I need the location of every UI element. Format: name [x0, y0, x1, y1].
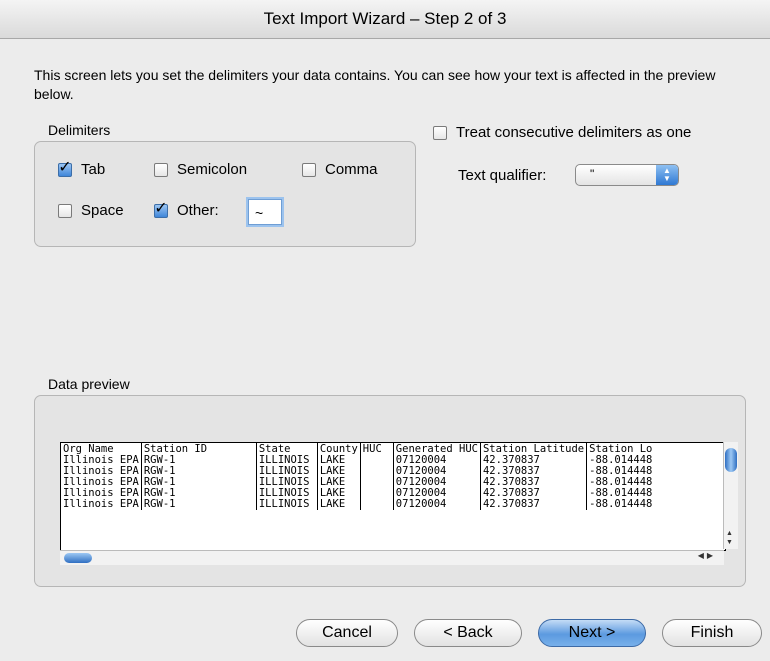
- space-checkbox[interactable]: Space: [58, 202, 124, 219]
- table-cell: 07120004: [392, 499, 481, 510]
- table-cell: -88.014448: [586, 499, 655, 510]
- table-cell: Illinois EPA: [63, 498, 139, 510]
- checkbox-icon: [58, 203, 72, 218]
- comma-label: Comma: [325, 161, 378, 178]
- table-cell: [359, 455, 394, 466]
- horizontal-scroll-thumb[interactable]: [64, 553, 92, 563]
- tab-checkbox[interactable]: ✓ Tab: [58, 159, 106, 178]
- semicolon-checkbox[interactable]: Semicolon: [154, 161, 247, 178]
- table-cell: 42.370837: [479, 499, 587, 510]
- table-cell: [359, 488, 394, 499]
- finish-button[interactable]: Finish: [662, 619, 762, 647]
- table-cell: [359, 477, 394, 488]
- vertical-scroll-thumb[interactable]: [725, 448, 737, 472]
- table-cell: RGW-1: [140, 499, 257, 510]
- table-cell: [359, 466, 394, 477]
- preview-group-label: Data preview: [48, 376, 130, 392]
- preview-grid: Org Name Station ID State County HUC Gen…: [61, 443, 655, 510]
- window-title: Text Import Wizard – Step 2 of 3: [263, 9, 507, 28]
- text-qualifier-value: ": [590, 167, 595, 181]
- consecutive-delimiters-checkbox[interactable]: Treat consecutive delimiters as one: [433, 124, 691, 141]
- checkbox-icon: [433, 125, 447, 140]
- space-label: Space: [81, 202, 124, 219]
- other-checkbox[interactable]: ✓ Other:: [154, 200, 219, 219]
- back-button[interactable]: < Back: [414, 619, 522, 647]
- column-header: HUC: [359, 443, 394, 455]
- cancel-button[interactable]: Cancel: [296, 619, 398, 647]
- comma-checkbox[interactable]: Comma: [302, 161, 378, 178]
- other-delimiter-input[interactable]: ~: [248, 199, 282, 225]
- horizontal-scrollbar[interactable]: ◀▶: [60, 550, 724, 565]
- next-button[interactable]: Next >: [538, 619, 646, 647]
- checkmark-icon: ✓: [154, 200, 168, 218]
- table-row: Illinois EPA RGW-1 ILLINOIS LAKE 0712000…: [61, 498, 655, 510]
- table-cell: LAKE: [316, 499, 361, 510]
- scroll-arrows-icon[interactable]: ▲ ▼: [726, 529, 733, 547]
- delimiters-groupbox: [34, 141, 416, 247]
- tab-label: Tab: [81, 161, 106, 178]
- intro-text: This screen lets you set the delimiters …: [34, 67, 716, 102]
- checkbox-icon: [302, 162, 316, 177]
- vertical-scrollbar[interactable]: ▲ ▼: [723, 442, 738, 549]
- checkbox-icon: [154, 162, 168, 177]
- table-cell: [359, 499, 394, 510]
- delimiters-group-label: Delimiters: [48, 122, 111, 138]
- checkmark-icon: ✓: [58, 159, 72, 177]
- select-arrows-icon: ▲ ▼: [656, 165, 678, 185]
- data-preview-table[interactable]: Org Name Station ID State County HUC Gen…: [60, 442, 726, 551]
- scroll-arrows-icon[interactable]: ◀▶: [698, 551, 716, 560]
- table-cell: ILLINOIS: [255, 499, 318, 510]
- title-bar: Text Import Wizard – Step 2 of 3: [0, 0, 770, 39]
- text-qualifier-label: Text qualifier:: [458, 167, 547, 184]
- text-qualifier-select[interactable]: " ▲ ▼: [575, 164, 679, 186]
- semicolon-label: Semicolon: [177, 161, 248, 178]
- other-label: Other:: [177, 202, 219, 219]
- consecutive-delimiters-label: Treat consecutive delimiters as one: [456, 124, 692, 141]
